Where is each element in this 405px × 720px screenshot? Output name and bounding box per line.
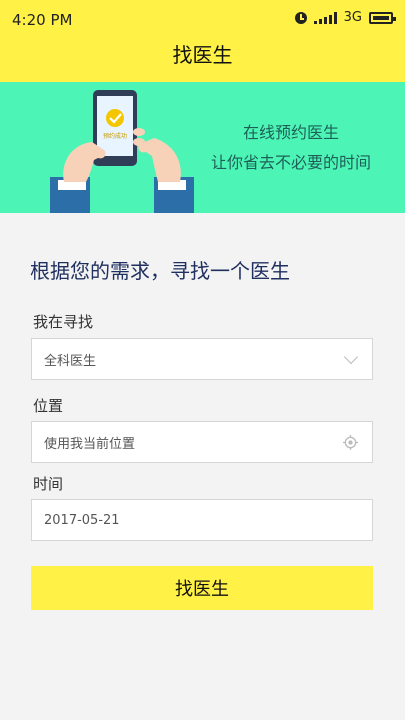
alarm-clock-icon — [294, 11, 307, 24]
date-value: 2017-05-21 — [44, 512, 120, 528]
date-label: 时间 — [33, 475, 64, 493]
signal-strength-icon — [313, 11, 337, 24]
status-icons: 3G — [294, 10, 396, 25]
location-placeholder: 使用我当前位置 — [44, 436, 136, 452]
find-doctor-button[interactable]: 找医生 — [31, 566, 373, 610]
phone-badge-text: 预约成功 — [103, 132, 127, 140]
date-input[interactable]: 2017-05-21 — [31, 499, 373, 541]
status-time: 4:20 PM — [12, 11, 73, 29]
app-header: 4:20 PM 3G 找医生 — [0, 0, 405, 82]
search-form: 根据您的需求，寻找一个医生 我在寻找 全科医生 位置 使用我当前位置 时间 20… — [0, 213, 405, 720]
specialty-select[interactable]: 全科医生 — [31, 338, 373, 380]
form-headline: 根据您的需求，寻找一个医生 — [30, 259, 290, 283]
location-label: 位置 — [33, 397, 64, 415]
location-input[interactable]: 使用我当前位置 — [31, 421, 373, 463]
locate-me-icon[interactable] — [343, 434, 358, 450]
page-title: 找医生 — [172, 43, 233, 67]
phone-in-hands-illustration: 预约成功 — [50, 90, 194, 213]
battery-icon — [369, 11, 396, 24]
specialty-value: 全科医生 — [44, 353, 97, 369]
banner-text: 在线预约医生 让你省去不必要的时间 — [186, 118, 396, 178]
banner-line-1: 在线预约医生 — [242, 123, 339, 142]
status-bar: 4:20 PM 3G — [0, 0, 405, 38]
chevron-down-icon — [343, 349, 359, 364]
specialty-label: 我在寻找 — [33, 313, 94, 331]
promo-banner: 预约成功 在线预约医生 让你省去不必要的时间 — [0, 82, 405, 213]
network-type: 3G — [343, 10, 362, 25]
banner-line-2: 让你省去不必要的时间 — [210, 153, 371, 172]
